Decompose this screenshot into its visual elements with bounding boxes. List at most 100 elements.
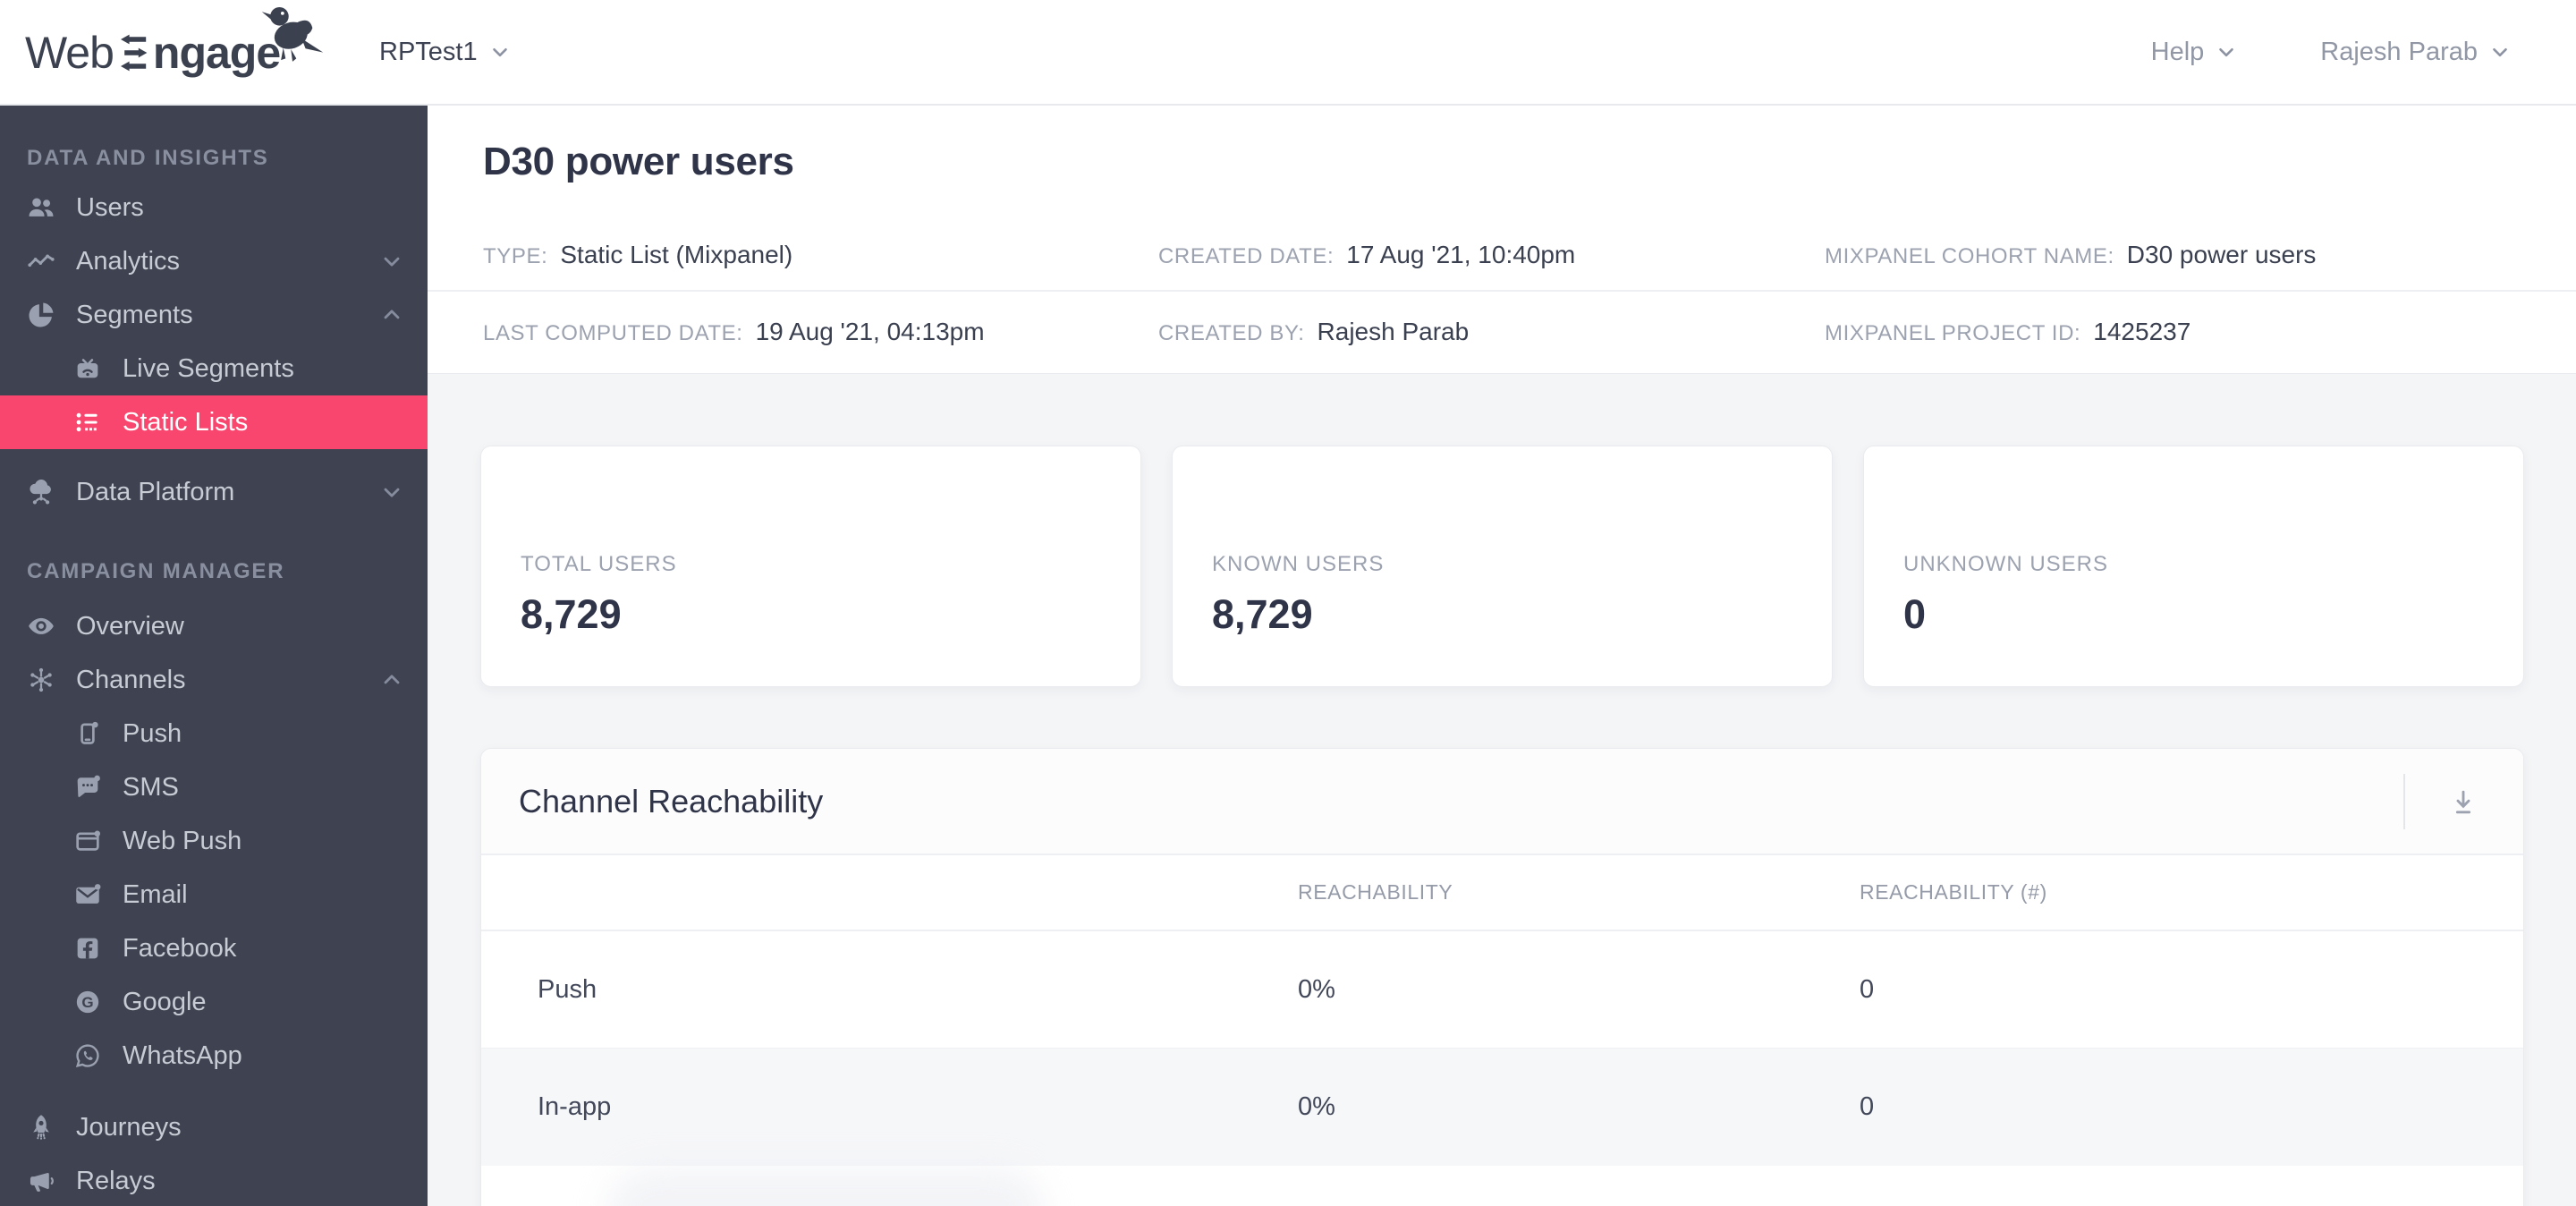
sidebar-item-label: Email [123,879,188,909]
live-segments-icon [72,352,104,385]
sidebar-item-users[interactable]: Users [0,181,428,234]
sidebar-section-data-insights: DATA AND INSIGHTS [27,146,269,170]
stat-card-known-users: KNOWN USERS 8,729 [1172,446,1833,687]
cell-reachability-count: 0 [1860,1092,1875,1121]
sidebar-item-label: Channels [76,665,186,694]
table-row-in-app: In-app 0% 0 [481,1049,2523,1166]
page-title: D30 power users [483,140,794,183]
download-icon [2455,790,2471,813]
sidebar-item-label: Data Platform [76,477,235,506]
sidebar-item-label: Overview [76,611,184,641]
meta-value: 19 Aug '21, 04:13pm [755,318,985,345]
main-content: D30 power users TYPE: Static List (Mixpa… [428,106,2576,1206]
sidebar-item-web-push[interactable]: Web Push [0,814,428,868]
chevron-down-icon [492,47,507,57]
sidebar-item-facebook[interactable]: Facebook [0,921,428,975]
meta-label: TYPE: [483,244,548,268]
channel-reachability-header: Channel Reachability [481,749,2523,855]
google-icon: G [72,986,104,1018]
segments-icon [25,299,57,331]
sidebar-item-relays[interactable]: Relays [0,1154,428,1206]
sidebar-item-label: Web Push [123,826,242,855]
sidebar-item-label: Relays [76,1166,156,1195]
meta-last-computed-date: LAST COMPUTED DATE: 19 Aug '21, 04:13pm [483,318,1158,346]
download-button[interactable] [2403,749,2523,855]
column-header-reachability-count: REACHABILITY (#) [1860,880,2047,904]
stat-label: UNKNOWN USERS [1903,552,2109,576]
sidebar-item-analytics[interactable]: Analytics [0,234,428,288]
meta-mixpanel-project-id: MIXPANEL PROJECT ID: 1425237 [1825,318,2576,346]
data-platform-icon [25,476,57,508]
sidebar-item-label: Users [76,192,144,222]
meta-value: D30 power users [2126,241,2317,268]
stat-card-unknown-users: UNKNOWN USERS 0 [1863,446,2524,687]
cell-reachability: 0% [1298,1092,1335,1121]
sidebar-section-campaign-manager: CAMPAIGN MANAGER [27,559,285,583]
sidebar-item-static-lists[interactable]: Static Lists [0,395,428,449]
logo-text-web: Web [25,28,114,78]
sidebar-item-label: Facebook [123,933,237,963]
overview-icon [25,610,57,642]
channels-icon [25,664,57,696]
sidebar-item-label: Segments [76,300,193,329]
sidebar-item-data-platform[interactable]: Data Platform [0,465,428,519]
webengage-logo[interactable]: Web ngage [25,7,324,84]
column-header-reachability: REACHABILITY [1298,880,1453,904]
meta-label: CREATED BY: [1158,321,1305,345]
meta-value: 17 Aug '21, 10:40pm [1346,241,1576,268]
help-menu[interactable]: Help [2151,38,2239,67]
analytics-icon [25,245,57,277]
channel-reachability-card: Channel Reachability REACHABILITY REACHA… [480,748,2524,1206]
sidebar-item-segments[interactable]: Segments [0,288,428,342]
meta-mixpanel-cohort-name: MIXPANEL COHORT NAME: D30 power users [1825,241,2576,269]
stat-value: 8,729 [521,591,622,637]
stat-label: KNOWN USERS [1212,552,1385,576]
sidebar-item-sms[interactable]: SMS [0,760,428,814]
meta-value: Static List (Mixpanel) [560,241,793,268]
meta-row-2: LAST COMPUTED DATE: 19 Aug '21, 04:13pm … [428,292,2576,372]
chevron-down-icon [2219,47,2234,57]
stat-value: 0 [1903,591,1927,637]
project-selector[interactable]: RPTest1 [379,0,512,104]
meta-created-date: CREATED DATE: 17 Aug '21, 10:40pm [1158,241,1825,269]
journeys-icon [25,1111,57,1143]
chevron-up-icon [379,302,404,327]
relays-icon [25,1165,57,1197]
sidebar-item-google[interactable]: G Google [0,975,428,1029]
sidebar-item-journeys[interactable]: Journeys [0,1100,428,1154]
reachability-table-header: REACHABILITY REACHABILITY (#) [481,855,2523,931]
stat-value: 8,729 [1212,591,1313,637]
chevron-down-icon [2493,47,2507,57]
meta-type: TYPE: Static List (Mixpanel) [483,241,1158,269]
sidebar-item-whatsapp[interactable]: WhatsApp [0,1029,428,1083]
meta-label: CREATED DATE: [1158,244,1335,268]
sidebar-item-overview[interactable]: Overview [0,599,428,653]
user-menu[interactable]: Rajesh Parab [2320,38,2512,67]
channel-reachability-title: Channel Reachability [519,782,824,820]
overlay-artifact [606,1168,1045,1206]
email-icon [72,879,104,911]
facebook-icon [72,932,104,964]
sidebar-item-push[interactable]: Push [0,707,428,760]
logo-arrows-e-icon [120,34,148,72]
page-header: D30 power users TYPE: Static List (Mixpa… [428,106,2576,374]
chevron-up-icon [379,667,404,692]
users-icon [25,191,57,224]
user-name: Rajesh Parab [2320,37,2478,66]
table-row-push: Push 0% 0 [481,931,2523,1049]
sidebar-item-label: Google [123,987,207,1016]
topbar: Web ngage RPTest1 Help Rajesh Parab [0,0,2576,106]
meta-row-1: TYPE: Static List (Mixpanel) CREATED DAT… [428,220,2576,292]
sidebar-item-label: WhatsApp [123,1040,242,1070]
whatsapp-icon [72,1040,104,1072]
sidebar-item-email[interactable]: Email [0,868,428,921]
cell-reachability-count: 0 [1860,974,1875,1004]
stat-cards: TOTAL USERS 8,729 KNOWN USERS 8,729 UNKN… [480,446,2524,687]
logo-bird-icon [261,7,324,62]
meta-label: MIXPANEL PROJECT ID: [1825,321,2081,345]
sidebar-item-label: Live Segments [123,353,294,383]
sidebar-item-label: SMS [123,772,179,802]
sidebar-item-channels[interactable]: Channels [0,653,428,707]
sidebar-item-live-segments[interactable]: Live Segments [0,342,428,395]
chevron-down-icon [379,249,404,274]
